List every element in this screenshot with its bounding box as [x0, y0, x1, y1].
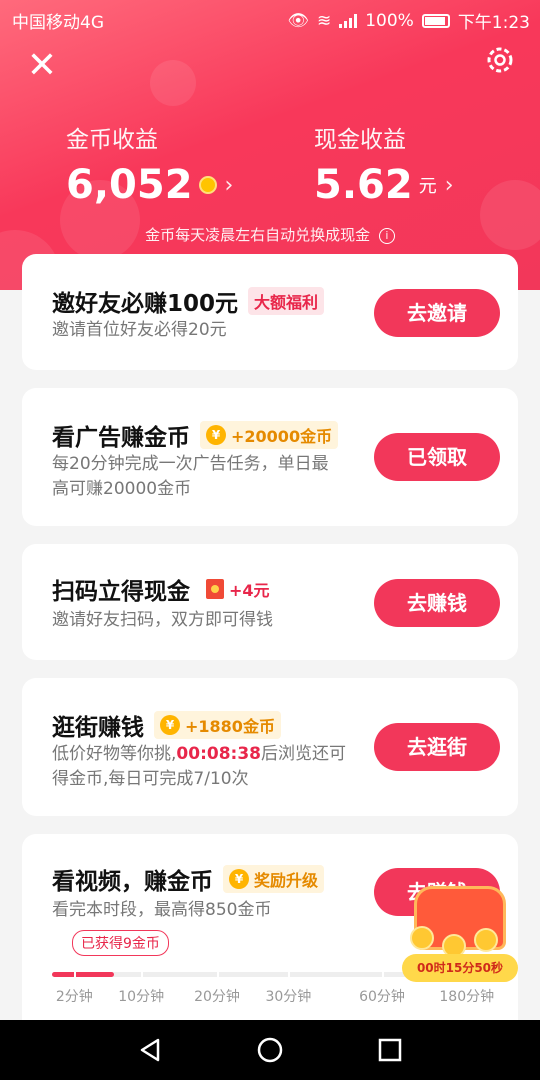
- task-card-shopping: 逛街赚钱 ¥ +1880金币 低价好物等你挑,00:08:38后浏览还可 得金币,…: [22, 678, 518, 816]
- coin-earnings[interactable]: 金币收益 6,052 ›: [66, 120, 233, 208]
- eye-icon: 👁: [287, 10, 309, 31]
- task-title: 逛街赚钱: [52, 715, 144, 741]
- status-bar: 中国移动4G 👁 ≋ 100% 下午1:23: [0, 0, 540, 36]
- task-desc-line: 每20分钟完成一次广告任务，单日最: [52, 454, 329, 474]
- earnings-header: 中国移动4G 👁 ≋ 100% 下午1:23 ✕ 金币收益 6,052 › 现金…: [0, 0, 540, 290]
- signal-icon: [339, 13, 358, 28]
- task-desc-line: 得金币,每日可完成7/10次: [52, 769, 249, 789]
- task-title: 看视频，赚金币: [52, 869, 213, 895]
- coin-icon: [198, 176, 217, 194]
- task-desc-text: 后浏览还可: [260, 744, 346, 764]
- task-desc-line: 高可赚20000金币: [52, 479, 192, 499]
- chest-timer: 00时15分50秒: [402, 954, 518, 982]
- progress-tick: [74, 972, 77, 977]
- yen-icon: ¥: [160, 715, 180, 735]
- gear-icon[interactable]: [484, 44, 516, 76]
- task-tag: 大额福利: [248, 287, 325, 315]
- recents-icon[interactable]: [376, 1036, 404, 1064]
- progress-tick-label: 10分钟: [118, 989, 165, 1005]
- battery-icon: [421, 13, 450, 28]
- cash-unit: 元: [418, 176, 437, 197]
- task-tag: ¥ +1880金币: [154, 711, 281, 739]
- battery-percent: 100%: [365, 10, 414, 31]
- task-card-ads: 看广告赚金币 ¥ +20000金币 每20分钟完成一次广告任务，单日最 高可赚20…: [22, 388, 518, 526]
- progress-fill: [52, 972, 115, 977]
- task-desc: 邀请好友扫码，双方即可得钱: [52, 610, 273, 630]
- task-title: 邀好友必赚100元: [52, 291, 239, 317]
- countdown-timer: 00:08:38: [176, 744, 261, 764]
- task-tag: +4元: [200, 575, 276, 603]
- chevron-right-icon: ›: [444, 172, 454, 198]
- info-icon[interactable]: i: [378, 227, 395, 244]
- red-envelope-icon: [206, 579, 224, 599]
- cash-earnings-label: 现金收益: [314, 127, 406, 153]
- progress-tick: [217, 972, 220, 977]
- wifi-icon: ≋: [316, 10, 332, 31]
- chevron-right-icon: ›: [224, 172, 234, 198]
- progress-tick-label: 30分钟: [265, 989, 312, 1005]
- claimed-button[interactable]: 已领取: [374, 433, 500, 481]
- status-icons: 👁 ≋ 100% 下午1:23: [287, 8, 530, 34]
- invite-button[interactable]: 去邀请: [374, 289, 500, 337]
- coin-icon: [474, 928, 498, 952]
- system-nav-bar: [0, 1020, 540, 1080]
- task-desc: 低价好物等你挑,00:08:38后浏览还可 得金币,每日可完成7/10次: [52, 742, 346, 792]
- progress-tick: [141, 972, 144, 977]
- task-title: 扫码立得现金: [52, 579, 190, 605]
- back-icon[interactable]: [136, 1036, 164, 1064]
- task-tag: ¥ 奖励升级: [223, 865, 325, 893]
- task-desc: 每20分钟完成一次广告任务，单日最 高可赚20000金币: [52, 452, 329, 502]
- cash-earnings[interactable]: 现金收益 5.62 元 ›: [314, 120, 454, 208]
- exchange-note-text: 金币每天凌晨左右自动兑换成现金: [145, 226, 371, 244]
- task-title: 看广告赚金币: [52, 425, 190, 451]
- task-desc-text: 低价好物等你挑,: [52, 744, 177, 764]
- task-desc: 看完本时段，最高得850金币: [52, 900, 272, 920]
- exchange-note: 金币每天凌晨左右自动兑换成现金 i: [0, 224, 540, 245]
- task-desc: 邀请首位好友必得20元: [52, 320, 227, 340]
- coin-earnings-value: 6,052: [66, 162, 193, 208]
- clock: 下午1:23: [457, 13, 530, 33]
- earn-button[interactable]: 去赚钱: [374, 579, 500, 627]
- yen-icon: ¥: [206, 425, 226, 445]
- task-card-scan: 扫码立得现金 +4元 邀请好友扫码，双方即可得钱 去赚钱: [22, 544, 518, 660]
- cash-earnings-value: 5.62: [314, 162, 413, 208]
- progress-tick-label: 2分钟: [55, 989, 93, 1005]
- yen-icon: ¥: [229, 869, 249, 889]
- coin-icon: [410, 926, 434, 950]
- task-card-invite: 邀好友必赚100元 大额福利 邀请首位好友必得20元 去邀请: [22, 254, 518, 370]
- progress-tick-label: 20分钟: [194, 989, 240, 1005]
- home-icon[interactable]: [256, 1036, 284, 1064]
- progress-tick: [288, 972, 291, 977]
- task-tag-text: +1880金币: [185, 717, 275, 736]
- decorative-bubble: [150, 60, 196, 106]
- task-tag-text: +4元: [229, 581, 270, 600]
- task-tag-text: +20000金币: [231, 427, 333, 446]
- task-tag-text: 奖励升级: [254, 871, 319, 890]
- task-tag: ¥ +20000金币: [200, 421, 339, 449]
- progress-tick-label: 60分钟: [359, 989, 405, 1005]
- progress-tick: [382, 972, 385, 977]
- progress-tick-label: 180分钟: [439, 989, 495, 1005]
- earned-badge: 已获得9金币: [72, 930, 169, 956]
- treasure-chest[interactable]: 00时15分50秒: [400, 882, 520, 986]
- close-icon[interactable]: ✕: [24, 48, 60, 84]
- shop-button[interactable]: 去逛街: [374, 723, 500, 771]
- coin-earnings-label: 金币收益: [66, 127, 158, 153]
- carrier-label: 中国移动4G: [12, 13, 104, 33]
